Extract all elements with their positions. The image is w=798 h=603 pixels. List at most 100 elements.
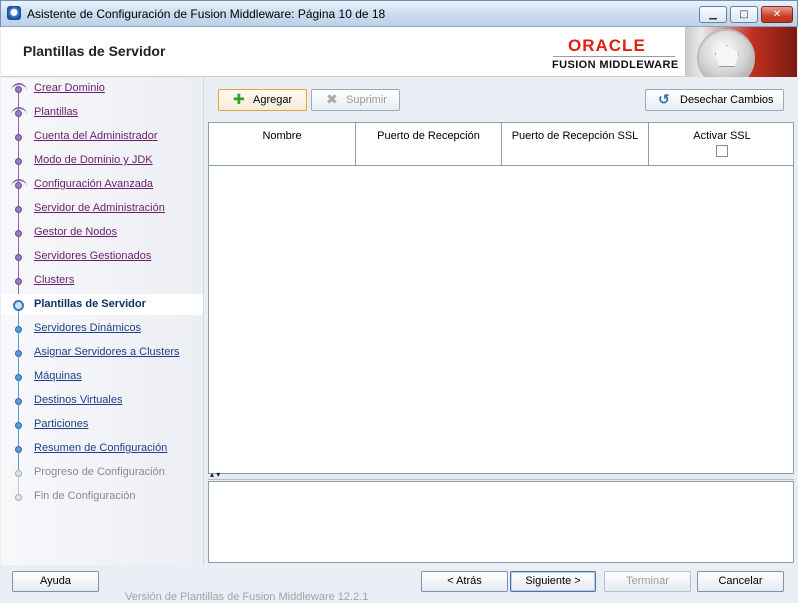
detail-panel <box>208 481 794 563</box>
nav-step[interactable]: Destinos Virtuales <box>1 390 203 426</box>
nav-step[interactable]: Servidores Gestionados <box>1 246 203 282</box>
delete-button[interactable]: ✖ Suprimir <box>311 89 400 111</box>
nav-step[interactable]: Resumen de Configuración <box>1 438 203 474</box>
nav-step-label: Modo de Dominio y JDK <box>34 154 153 166</box>
cancel-button[interactable]: Cancelar <box>697 571 784 592</box>
app-icon <box>7 6 21 20</box>
fusion-middleware-logo: FUSION MIDDLEWARE <box>552 59 679 71</box>
table-header: Nombre Puerto de Recepción Puerto de Rec… <box>209 123 793 166</box>
minimize-button[interactable]: ▁ <box>699 6 727 23</box>
delete-button-label: Suprimir <box>346 94 387 106</box>
nav-step[interactable]: Cuenta del Administrador <box>1 126 203 162</box>
page-header: Plantillas de Servidor ORACLE FUSION MID… <box>1 27 797 77</box>
nav-step-label: Gestor de Nodos <box>34 226 118 238</box>
step-status-icon <box>15 326 22 333</box>
nav-step[interactable]: Configuración Avanzada <box>1 174 203 210</box>
column-header-listen-port[interactable]: Puerto de Recepción <box>356 123 502 166</box>
enable-ssl-all-checkbox[interactable] <box>716 145 728 157</box>
nav-step-label: Servidores Gestionados <box>34 250 152 262</box>
column-header-enable-ssl[interactable]: Activar SSL <box>649 123 795 166</box>
close-icon: ✕ <box>772 8 782 20</box>
nav-step-label: Clusters <box>34 274 75 286</box>
step-status-icon <box>15 182 22 189</box>
logo-divider <box>553 56 675 57</box>
server-templates-table[interactable]: Nombre Puerto de Recepción Puerto de Rec… <box>208 122 794 474</box>
title-bar[interactable]: Asistente de Configuración de Fusion Mid… <box>0 0 798 27</box>
wizard-steps-nav: Crear Dominio Plantillas Cuenta del Admini… <box>1 78 204 565</box>
maximize-icon: □ <box>739 8 749 20</box>
step-status-icon <box>15 350 22 357</box>
undo-icon: ↺ <box>658 92 670 108</box>
nav-step-label: Configuración Avanzada <box>34 178 154 190</box>
step-status-icon <box>15 422 22 429</box>
nav-step-label: Destinos Virtuales <box>34 394 123 406</box>
finish-button[interactable]: Terminar <box>604 571 691 592</box>
column-header-name[interactable]: Nombre <box>209 123 356 166</box>
nav-step[interactable]: Asignar Servidores a Clusters <box>1 342 203 378</box>
underlay-text: Versión de Plantillas de Fusion Middlewa… <box>125 591 369 603</box>
nav-step-label: Cuenta del Administrador <box>34 130 158 142</box>
step-status-icon <box>15 446 22 453</box>
nav-step-label: Progreso de Configuración <box>34 466 165 478</box>
splitter-arrows-icon: ▴ ▾ <box>210 470 221 479</box>
column-header-ssl-port[interactable]: Puerto de Recepción SSL <box>502 123 649 166</box>
main-panel: ✚ Agregar ✖ Suprimir ↺ Desechar Cambios … <box>206 78 796 565</box>
nav-step[interactable]: Máquinas <box>1 366 203 402</box>
step-status-icon <box>15 134 22 141</box>
step-status-icon <box>15 158 22 165</box>
step-status-icon <box>13 300 24 311</box>
nav-step-label: Asignar Servidores a Clusters <box>34 346 180 358</box>
next-button[interactable]: Siguiente > <box>510 571 596 592</box>
nav-step[interactable]: Gestor de Nodos <box>1 222 203 258</box>
delete-x-icon: ✖ <box>326 92 338 108</box>
nav-step-label: Servidores Dinámicos <box>34 322 141 334</box>
minimize-icon: ▁ <box>709 8 717 20</box>
discard-changes-button[interactable]: ↺ Desechar Cambios <box>645 89 784 111</box>
column-label: Activar SSL <box>693 130 751 142</box>
step-status-icon <box>15 86 22 93</box>
add-button[interactable]: ✚ Agregar <box>218 89 307 111</box>
nav-step-label: Servidor de Administración <box>34 202 165 214</box>
oracle-logo: ORACLE <box>568 36 646 55</box>
nav-step[interactable]: Particiones <box>1 414 203 450</box>
maximize-button[interactable]: □ <box>730 6 758 23</box>
window-title: Asistente de Configuración de Fusion Mid… <box>27 7 386 21</box>
help-button[interactable]: Ayuda <box>12 571 99 592</box>
step-status-icon <box>15 110 22 117</box>
discard-button-label: Desechar Cambios <box>680 94 774 106</box>
step-status-icon <box>15 230 22 237</box>
nav-step-label: Fin de Configuración <box>34 490 136 502</box>
nav-step-label: Particiones <box>34 418 89 430</box>
nav-step-label: Crear Dominio <box>34 82 105 94</box>
back-button[interactable]: < Atrás <box>421 571 508 592</box>
nav-step-label: Plantillas de Servidor <box>34 298 146 310</box>
add-button-label: Agregar <box>253 94 293 106</box>
nav-step[interactable]: Plantillas <box>1 102 203 138</box>
nav-step: Progreso de Configuración <box>1 462 203 498</box>
step-status-icon <box>15 254 22 261</box>
step-status-icon <box>15 278 22 285</box>
brand-banner <box>685 27 797 77</box>
page-title: Plantillas de Servidor <box>23 43 166 59</box>
nav-step[interactable]: Plantillas de Servidor <box>1 294 203 330</box>
nav-step[interactable]: Servidores Dinámicos <box>1 318 203 354</box>
step-status-icon <box>15 206 22 213</box>
nav-step-label: Máquinas <box>34 370 82 382</box>
column-label: Puerto de Recepción <box>377 130 480 142</box>
nav-step-label: Plantillas <box>34 106 79 118</box>
plus-icon: ✚ <box>233 92 245 108</box>
nav-step: Fin de Configuración <box>1 486 203 507</box>
nav-step[interactable]: Servidor de Administración <box>1 198 203 234</box>
nav-step[interactable]: Clusters <box>1 270 203 306</box>
nav-step[interactable]: Modo de Dominio y JDK <box>1 150 203 186</box>
footer-bar: Versión de Plantillas de Fusion Middlewa… <box>1 565 797 603</box>
close-button[interactable]: ✕ <box>761 6 793 23</box>
column-label: Puerto de Recepción SSL <box>511 130 639 142</box>
step-status-icon <box>15 494 22 501</box>
nav-step-label: Resumen de Configuración <box>34 442 168 454</box>
step-status-icon <box>15 470 22 477</box>
nav-step[interactable]: Crear Dominio <box>1 78 203 114</box>
column-label: Nombre <box>262 130 302 142</box>
pane-splitter[interactable]: ▴ ▾ <box>208 470 794 480</box>
step-status-icon <box>15 398 22 405</box>
